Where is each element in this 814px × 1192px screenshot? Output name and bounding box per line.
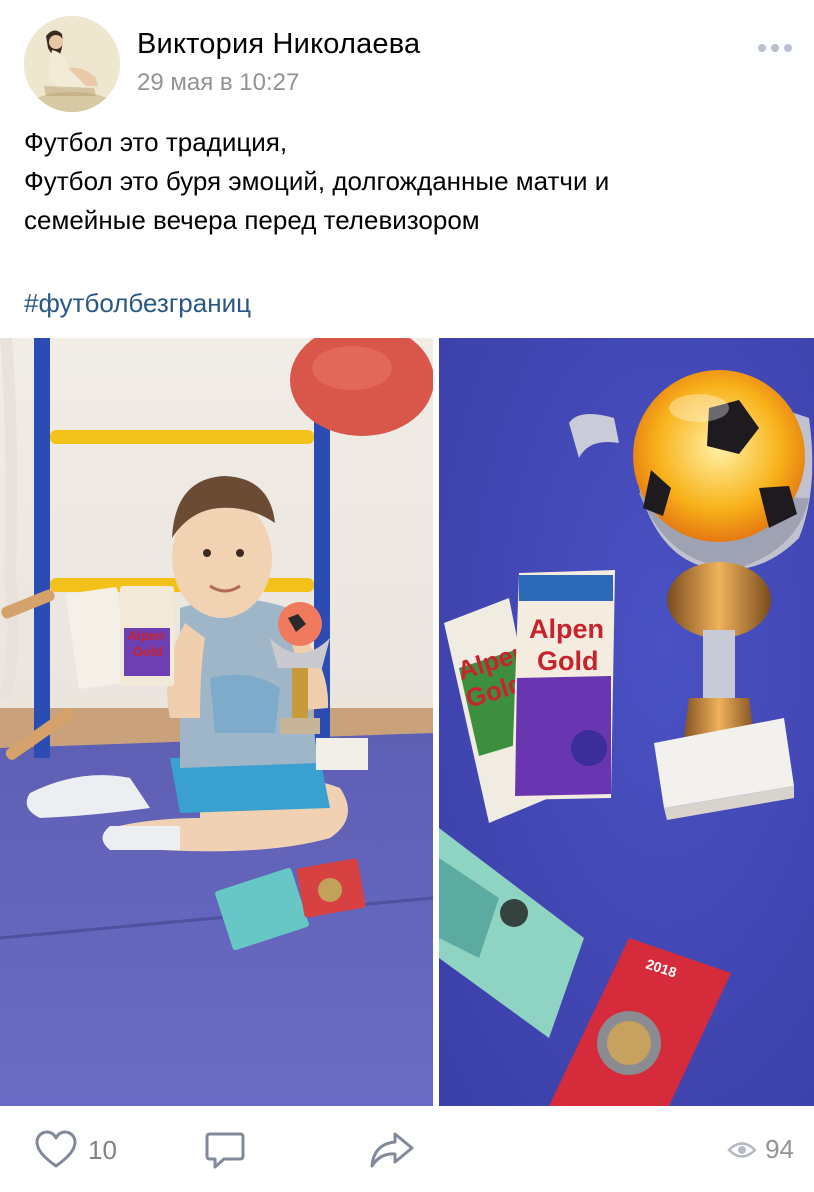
post-card: Виктория Николаева 29 мая в 10:27 Футбол… — [0, 0, 814, 1192]
post-date[interactable]: 29 мая в 10:27 — [137, 69, 299, 97]
svg-text:Alpen: Alpen — [529, 614, 604, 644]
svg-text:Gold: Gold — [537, 646, 599, 676]
author-name[interactable]: Виктория Николаева — [137, 28, 420, 61]
post-text-line: Футбол это буря эмоций, долгожданные мат… — [24, 166, 610, 196]
hashtag-link[interactable]: #футболбезграниц — [24, 284, 251, 323]
like-button[interactable]: 10 — [34, 1130, 117, 1170]
svg-text:Alpen: Alpen — [128, 628, 164, 643]
views-counter: 94 — [727, 1134, 794, 1165]
avatar-photo — [24, 16, 120, 112]
author-avatar[interactable] — [24, 16, 120, 112]
photo-boy-with-trophy[interactable]: Alpen Gold — [0, 338, 433, 1106]
comment-button[interactable] — [204, 1130, 246, 1172]
post-text: Футбол это традиция, Футбол это буря эмо… — [24, 123, 794, 240]
more-dot — [771, 44, 779, 52]
comment-icon — [205, 1132, 245, 1169]
post-footer: 10 94 — [0, 1106, 814, 1192]
like-count: 10 — [88, 1134, 117, 1165]
share-arrow-icon — [370, 1132, 414, 1168]
more-dot — [784, 44, 792, 52]
post-text-line: Футбол это традиция, — [24, 127, 288, 157]
photo-trophy-and-chocolates[interactable]: Alpen Gold Alpen Gold 2018 — [439, 338, 814, 1106]
share-button[interactable] — [368, 1130, 416, 1170]
svg-text:Gold: Gold — [133, 644, 163, 659]
post-text-line: семейные вечера перед телевизором — [24, 205, 480, 235]
heart-icon — [35, 1130, 77, 1168]
views-count: 94 — [765, 1134, 794, 1164]
more-options-button[interactable] — [752, 30, 798, 66]
more-dots-icon — [758, 44, 766, 52]
eye-icon — [727, 1141, 757, 1158]
